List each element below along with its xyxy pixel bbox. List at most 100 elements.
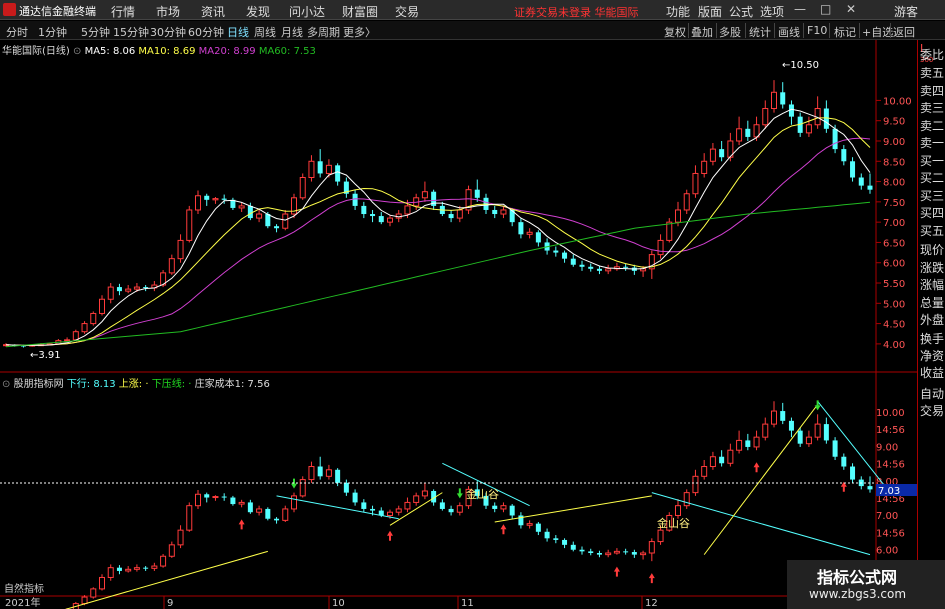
toolbar-divider bbox=[688, 23, 689, 38]
menu-wenxiaoda[interactable]: 问小达 bbox=[289, 3, 325, 20]
candle-body-down bbox=[352, 193, 358, 206]
period-daily[interactable]: 日线 bbox=[227, 24, 249, 40]
period-1min[interactable]: 1分钟 bbox=[38, 24, 67, 40]
period-monthly[interactable]: 月线 bbox=[281, 24, 303, 40]
side-weibi[interactable]: 委比 bbox=[920, 48, 944, 62]
menu-gongneng[interactable]: 功能 bbox=[666, 3, 690, 20]
tool-back[interactable]: 返回 bbox=[893, 24, 915, 40]
price-axis-label: 7.00 bbox=[883, 218, 905, 229]
sub-candle-body-down bbox=[823, 424, 829, 441]
side-sell2[interactable]: 卖二 bbox=[920, 119, 944, 133]
kline-chart[interactable]: 10.00 9.50 9.00 8.50 8.00 7.50 7.00 6.50 6.00 5.5… bbox=[0, 40, 945, 609]
side-buy1[interactable]: 买一 bbox=[920, 154, 944, 168]
tool-add-watchlist[interactable]: +自选 bbox=[862, 24, 893, 40]
sub-candle-body-up bbox=[256, 508, 263, 513]
period-5min[interactable]: 5分钟 bbox=[81, 24, 110, 40]
side-eps[interactable]: 收益 bbox=[920, 366, 944, 380]
tool-fuquan[interactable]: 复权 bbox=[664, 24, 686, 40]
sub-candle-body-up bbox=[186, 505, 193, 531]
sub-candle-body-down bbox=[719, 456, 725, 464]
tool-huaxian[interactable]: 画线 bbox=[778, 24, 800, 40]
candle-body-down bbox=[553, 250, 559, 253]
side-sell4[interactable]: 卖四 bbox=[920, 84, 944, 98]
sub-candle-body-up bbox=[640, 552, 647, 556]
candle-body-up bbox=[657, 239, 664, 256]
tool-biaoji[interactable]: 标记 bbox=[834, 24, 856, 40]
menu-shichang[interactable]: 市场 bbox=[156, 3, 180, 20]
candle-body-down bbox=[116, 287, 122, 292]
menu-faxian[interactable]: 发现 bbox=[246, 3, 270, 20]
sub-candle-body-up bbox=[81, 596, 88, 605]
menu-caifuquan[interactable]: 财富圈 bbox=[342, 3, 378, 20]
tool-diejia[interactable]: 叠加 bbox=[691, 24, 713, 40]
side-buy2[interactable]: 买二 bbox=[920, 171, 944, 185]
side-trade[interactable]: 交易 bbox=[920, 404, 944, 418]
time-axis-month-9: 9 bbox=[167, 598, 173, 609]
side-auto[interactable]: 自动 bbox=[920, 387, 944, 401]
side-turnover[interactable]: 换手 bbox=[920, 332, 944, 346]
down-pressure-value: 下压线: · bbox=[151, 379, 192, 390]
side-buy4[interactable]: 买四 bbox=[920, 206, 944, 220]
ma5-value: MA5: 8.06 bbox=[84, 46, 136, 57]
period-fenshi[interactable]: 分时 bbox=[6, 24, 28, 40]
side-sell3[interactable]: 卖三 bbox=[920, 101, 944, 115]
sub-formula-toggle-icon[interactable]: ⊙ bbox=[2, 379, 10, 390]
side-outer[interactable]: 外盘 bbox=[920, 313, 944, 327]
sub-candle-body-down bbox=[204, 494, 210, 498]
candle-body-up bbox=[308, 160, 315, 179]
candle-body-up bbox=[99, 298, 105, 314]
side-buy5[interactable]: 买五 bbox=[920, 224, 944, 238]
sub-candle-body-down bbox=[797, 430, 803, 444]
period-more[interactable]: 更多〉 bbox=[343, 24, 376, 40]
side-change[interactable]: 涨跌 bbox=[920, 261, 944, 275]
candle-body-down bbox=[535, 232, 541, 243]
sub-candle-body-up bbox=[151, 565, 158, 569]
minimize-button[interactable]: — bbox=[794, 2, 806, 16]
trade-login-notice[interactable]: 证券交易未登录 华能国际 bbox=[514, 4, 639, 20]
maximize-button[interactable]: □ bbox=[820, 2, 831, 16]
side-sell5[interactable]: 卖五 bbox=[920, 66, 944, 80]
formula-toggle-icon[interactable]: ⊙ bbox=[73, 46, 81, 57]
candle-body-up bbox=[456, 209, 463, 219]
close-button[interactable]: ✕ bbox=[846, 2, 856, 16]
period-15min[interactable]: 15分钟 bbox=[113, 24, 149, 40]
period-weekly[interactable]: 周线 bbox=[254, 24, 276, 40]
candle-body-up bbox=[186, 209, 193, 241]
period-30min[interactable]: 30分钟 bbox=[150, 24, 186, 40]
sub-candle-body-up bbox=[308, 466, 315, 481]
candle-body-down bbox=[204, 195, 210, 200]
side-volume[interactable]: 总量 bbox=[920, 296, 944, 310]
sub-candle-body-down bbox=[867, 486, 873, 490]
menu-gongshi[interactable]: 公式 bbox=[729, 3, 753, 20]
tool-tongji[interactable]: 统计 bbox=[749, 24, 771, 40]
sub-candle-body-up bbox=[709, 456, 716, 468]
menu-banmian[interactable]: 版面 bbox=[698, 3, 722, 20]
candle-body-up bbox=[195, 195, 201, 211]
golden-valley-label-1: 金山谷 bbox=[466, 487, 499, 501]
guest-login[interactable]: 游客 bbox=[894, 3, 918, 20]
candle-body-up bbox=[64, 339, 71, 342]
tool-duogu[interactable]: 多股 bbox=[719, 24, 741, 40]
candle-body-up bbox=[500, 209, 507, 215]
period-multi[interactable]: 多周期 bbox=[307, 24, 340, 40]
sub-candle-body-up bbox=[387, 511, 393, 516]
tool-f10[interactable]: F10 bbox=[807, 24, 827, 37]
side-buy3[interactable]: 买三 bbox=[920, 189, 944, 203]
side-sell1[interactable]: 卖一 bbox=[920, 136, 944, 150]
menu-zixun[interactable]: 资讯 bbox=[201, 3, 225, 20]
menu-jiaoyi[interactable]: 交易 bbox=[395, 3, 419, 20]
sub-candle-body-up bbox=[675, 505, 681, 516]
side-net-asset[interactable]: 净资 bbox=[920, 349, 944, 363]
menu-xuanxiang[interactable]: 选项 bbox=[760, 3, 784, 20]
time-axis-month-12: 12 bbox=[645, 598, 658, 609]
candle-body-up bbox=[701, 160, 708, 174]
period-60min[interactable]: 60分钟 bbox=[188, 24, 224, 40]
side-price[interactable]: 现价 bbox=[920, 243, 944, 257]
sub-candle-body-up bbox=[762, 423, 769, 438]
sub-candle-body-up bbox=[657, 529, 664, 543]
cost-value: 庄家成本1: 7.56 bbox=[194, 379, 270, 390]
side-change-pct[interactable]: 涨幅 bbox=[920, 278, 944, 292]
candle-body-down bbox=[867, 185, 873, 190]
menu-hangqing[interactable]: 行情 bbox=[111, 3, 135, 20]
candle-body-up bbox=[762, 108, 769, 126]
